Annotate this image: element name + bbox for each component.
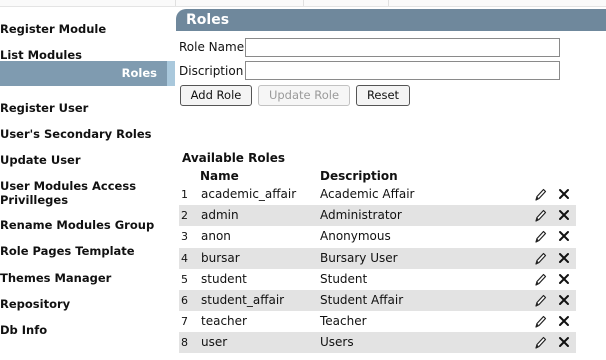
sidebar-item-rename-modules-group[interactable]: Rename Modules Group [0, 218, 168, 232]
table-row: 2 admin Administrator [179, 205, 576, 227]
description-label: Discription [179, 64, 244, 78]
sidebar-item-list-modules[interactable]: List Modules [0, 48, 168, 62]
available-roles-heading: Available Roles [182, 151, 286, 165]
table-row: 4 bursar Bursary User [179, 247, 576, 269]
toolbar-divider [388, 0, 389, 6]
column-header-description: Description [320, 169, 398, 183]
close-icon[interactable] [557, 272, 571, 286]
sidebar-item-db-info[interactable]: Db Info [0, 323, 168, 337]
table-row: 5 student Student [179, 269, 576, 290]
row-number: 7 [181, 315, 188, 329]
role-description-cell: Anonymous [320, 229, 391, 244]
pencil-icon[interactable] [533, 293, 548, 308]
admin-sidebar: Register Module List Modules Roles Regis… [0, 14, 175, 360]
reset-button[interactable]: Reset [356, 85, 410, 106]
role-name-cell: teacher [201, 314, 247, 329]
role-description-cell: Student Affair [320, 293, 404, 307]
table-row: 8 user Users [179, 332, 576, 354]
table-row: 1 academic_affair Academic Affair [179, 184, 576, 205]
sidebar-item-update-user[interactable]: Update User [0, 153, 168, 167]
pencil-icon[interactable] [533, 251, 548, 266]
role-name-cell: admin [201, 208, 239, 223]
table-row: 7 teacher Teacher [179, 311, 576, 332]
table-row: 6 student_affair Student Affair [179, 290, 576, 311]
sidebar-item-roles[interactable]: Roles [0, 61, 175, 86]
close-icon[interactable] [557, 314, 571, 328]
role-name-cell: anon [201, 229, 231, 244]
column-header-name: Name [200, 169, 239, 183]
toolbar-divider [175, 0, 176, 6]
role-description-cell: Bursary User [320, 250, 398, 265]
role-description-cell: Administrator [320, 208, 402, 223]
close-icon[interactable] [557, 293, 571, 307]
row-number: 4 [181, 251, 188, 265]
description-input[interactable] [245, 61, 560, 80]
row-number: 1 [181, 188, 188, 201]
close-icon[interactable] [557, 251, 571, 265]
sidebar-item-role-pages-template[interactable]: Role Pages Template [0, 244, 168, 258]
row-number: 5 [181, 272, 188, 286]
role-description-cell: Users [320, 335, 354, 350]
role-name-cell: academic_affair [201, 187, 297, 201]
sidebar-item-register-user[interactable]: Register User [0, 101, 168, 115]
pencil-icon[interactable] [533, 314, 548, 329]
sidebar-item-secondary-roles[interactable]: User's Secondary Roles [0, 127, 168, 141]
toolbar-divider [303, 0, 304, 6]
role-name-cell: student_affair [201, 293, 285, 307]
panel-title: Roles [176, 9, 606, 31]
pencil-icon[interactable] [533, 229, 548, 244]
role-name-cell: user [201, 335, 228, 350]
row-number: 2 [181, 209, 188, 223]
pencil-icon[interactable] [533, 335, 548, 350]
sidebar-item-register-module[interactable]: Register Module [0, 22, 168, 36]
update-role-button[interactable]: Update Role [258, 85, 350, 106]
close-icon[interactable] [557, 208, 571, 222]
role-description-cell: Student [320, 271, 368, 286]
pencil-icon[interactable] [533, 208, 548, 223]
pencil-icon[interactable] [533, 187, 548, 202]
sidebar-item-repository[interactable]: Repository [0, 297, 168, 311]
role-description-cell: Academic Affair [320, 187, 415, 201]
close-icon[interactable] [557, 335, 571, 349]
role-name-cell: bursar [201, 250, 240, 265]
sidebar-item-themes-manager[interactable]: Themes Manager [0, 271, 168, 285]
close-icon[interactable] [557, 229, 571, 243]
pencil-icon[interactable] [533, 272, 548, 287]
role-name-label: Role Name [179, 40, 245, 54]
row-number: 6 [181, 294, 188, 307]
table-row: 3 anon Anonymous [179, 226, 576, 247]
sidebar-item-access-privileges[interactable]: User Modules Access Privilleges [0, 179, 140, 207]
row-number: 3 [181, 230, 188, 244]
top-toolbar-strip [0, 0, 606, 7]
row-number: 8 [181, 336, 188, 350]
role-description-cell: Teacher [320, 314, 367, 329]
role-name-cell: student [201, 271, 247, 286]
close-icon[interactable] [557, 187, 571, 201]
role-name-input[interactable] [245, 38, 560, 57]
add-role-button[interactable]: Add Role [180, 85, 252, 106]
